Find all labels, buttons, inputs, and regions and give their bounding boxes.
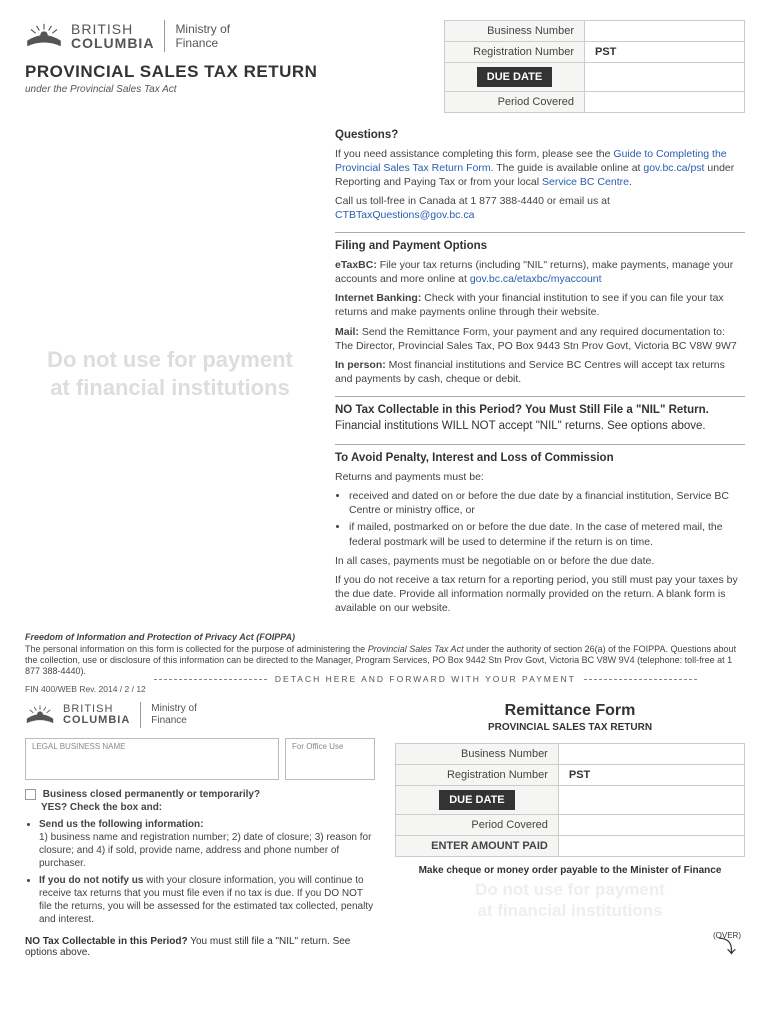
remit-registration-label: Registration Number xyxy=(396,765,559,786)
remit-logo-block: BRITISH COLUMBIA Ministry of Finance xyxy=(25,702,375,728)
penalty-list: received and dated on or before the due … xyxy=(349,489,745,549)
penalty-intro: Returns and payments must be: xyxy=(335,470,745,484)
registration-number-label: Registration Number xyxy=(445,42,585,63)
foippa-title: Freedom of Information and Protection of… xyxy=(25,632,745,643)
remit-business-number-label: Business Number xyxy=(396,744,559,765)
business-number-value[interactable] xyxy=(585,21,745,42)
questions-p2: Call us toll-free in Canada at 1 877 388… xyxy=(335,194,745,222)
page-subtitle: under the Provincial Sales Tax Act xyxy=(25,84,317,95)
remit-nil-note: NO Tax Collectable in this Period? You m… xyxy=(25,936,375,958)
filing-mail: Mail: Send the Remittance Form, your pay… xyxy=(335,325,745,353)
office-use-field: For Office Use xyxy=(285,738,375,780)
nil-heading: NO Tax Collectable in this Period? You M… xyxy=(335,396,745,434)
closure-bullet1: Send us the following information:1) bus… xyxy=(39,818,375,870)
ministry-line1: Ministry of xyxy=(175,22,230,36)
period-covered-value[interactable] xyxy=(585,92,745,113)
penalty-p2: If you do not receive a tax return for a… xyxy=(335,573,745,616)
form-id: FIN 400/WEB Rev. 2014 / 2 / 12 xyxy=(25,684,146,694)
logo-line2: COLUMBIA xyxy=(71,36,154,50)
penalty-heading: To Avoid Penalty, Interest and Loss of C… xyxy=(335,444,745,467)
due-date-badge: DUE DATE xyxy=(477,67,552,87)
watermark-text: Do not use for payment at financial inst… xyxy=(47,346,293,403)
ministry-line2: Finance xyxy=(175,36,230,50)
business-number-label: Business Number xyxy=(445,21,585,42)
bc-sun-logo-icon xyxy=(25,704,55,726)
filing-person: In person: Most financial institutions a… xyxy=(335,358,745,386)
questions-heading: Questions? xyxy=(335,128,745,144)
remit-registration-value[interactable]: PST xyxy=(558,765,744,786)
service-bc-link[interactable]: Service BC Centre xyxy=(542,176,629,188)
period-covered-label: Period Covered xyxy=(445,92,585,113)
closure-bullet2: If you do not notify us with your closur… xyxy=(39,874,375,926)
detach-instruction: DETACH HERE AND FORWARD WITH YOUR PAYMEN… xyxy=(269,674,582,684)
remit-info-table: Business Number Registration NumberPST D… xyxy=(395,743,745,857)
remit-due-date-badge: DUE DATE xyxy=(439,790,514,810)
email-link[interactable]: CTBTaxQuestions@gov.bc.ca xyxy=(335,209,474,221)
logo-line1: BRITISH xyxy=(71,22,154,36)
foippa-block: Freedom of Information and Protection of… xyxy=(25,632,745,677)
amount-paid-label: ENTER AMOUNT PAID xyxy=(396,836,559,857)
registration-number-value[interactable]: PST xyxy=(585,42,745,63)
filing-etax: eTaxBC: File your tax returns (including… xyxy=(335,258,745,286)
over-indicator: (OVER) ⤵ xyxy=(713,931,741,954)
etax-link[interactable]: gov.bc.ca/etaxbc/myaccount xyxy=(470,273,602,285)
due-date-value[interactable] xyxy=(585,63,745,92)
questions-p1: If you need assistance completing this f… xyxy=(335,147,745,190)
bc-sun-logo-icon xyxy=(25,22,63,50)
amount-paid-value[interactable] xyxy=(558,836,744,857)
remit-title: Remittance Form xyxy=(395,702,745,720)
penalty-bullet2: if mailed, postmarked on or before the d… xyxy=(349,520,745,548)
header-info-table: Business Number Registration NumberPST D… xyxy=(444,20,745,113)
remit-business-number-value[interactable] xyxy=(558,744,744,765)
closed-yes: YES? Check the box and: xyxy=(41,802,162,813)
penalty-bullet1: received and dated on or before the due … xyxy=(349,489,745,517)
remit-period-value[interactable] xyxy=(558,815,744,836)
remit-watermark: Do not use for payment at financial inst… xyxy=(395,880,745,921)
remit-subtitle: PROVINCIAL SALES TAX RETURN xyxy=(395,722,745,733)
penalty-p1: In all cases, payments must be negotiabl… xyxy=(335,554,745,568)
bc-logo-block: BRITISH COLUMBIA Ministry of Finance xyxy=(25,20,317,52)
closed-checkbox[interactable] xyxy=(25,789,36,800)
pst-link[interactable]: gov.bc.ca/pst xyxy=(643,162,704,174)
closed-question: Business closed permanently or temporari… xyxy=(43,789,260,800)
page-title: PROVINCIAL SALES TAX RETURN xyxy=(25,62,317,82)
remit-due-date-value[interactable] xyxy=(558,786,744,815)
turn-over-arrow-icon: ⤵ xyxy=(713,940,741,954)
filing-banking: Internet Banking: Check with your financ… xyxy=(335,291,745,319)
payable-note: Make cheque or money order payable to th… xyxy=(395,865,745,876)
filing-heading: Filing and Payment Options xyxy=(335,232,745,255)
legal-business-name-field[interactable]: LEGAL BUSINESS NAME xyxy=(25,738,279,780)
remit-period-label: Period Covered xyxy=(396,815,559,836)
